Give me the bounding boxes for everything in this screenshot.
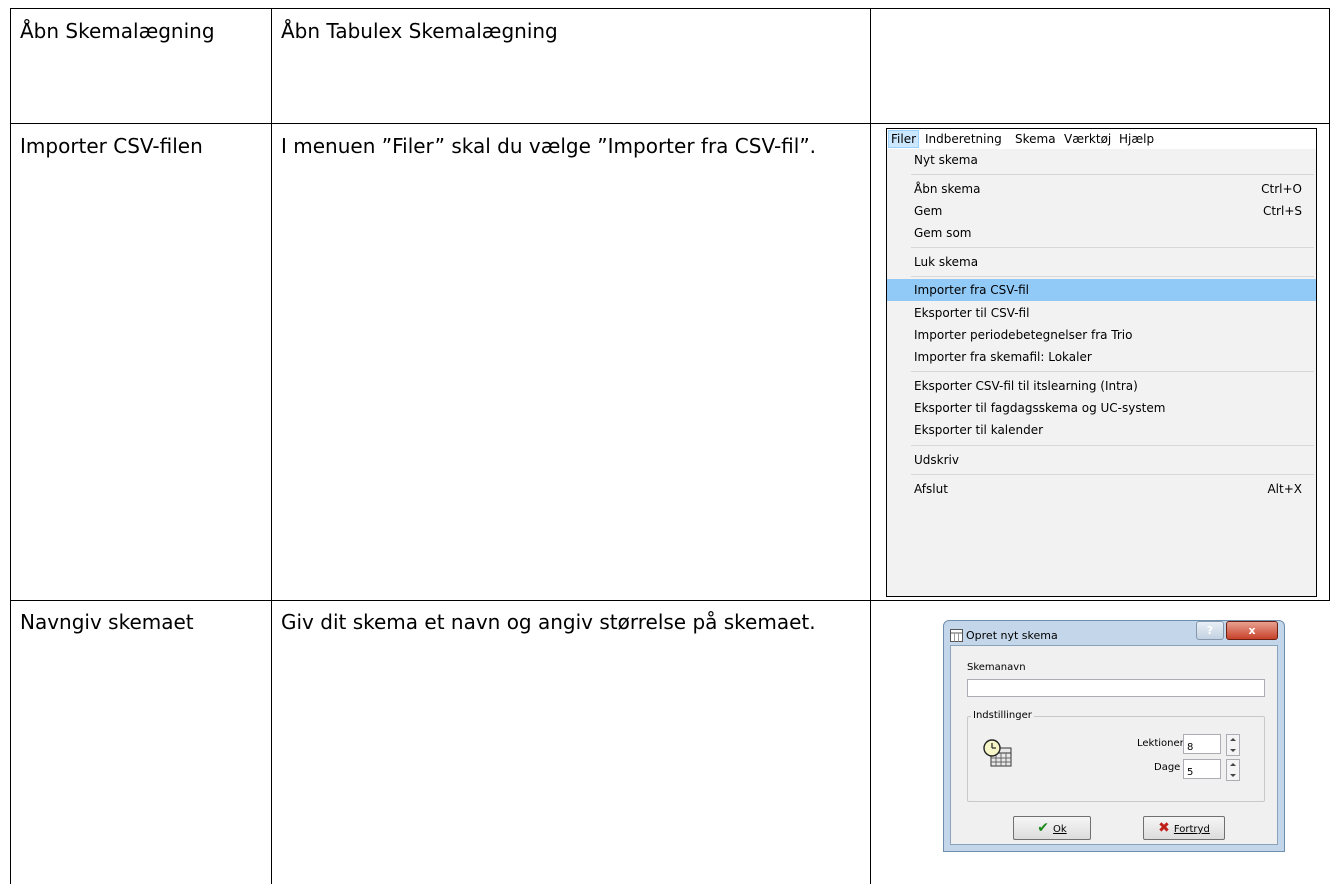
- cancel-button-label: Fortryd: [1173, 824, 1210, 835]
- menu-item-shortcut: Alt+X: [1267, 482, 1302, 496]
- menu-item-label: Eksporter til CSV-fil: [914, 306, 1030, 320]
- menu-item-nyt-skema[interactable]: Nyt skema: [914, 149, 1312, 171]
- menu-item-label: Udskriv: [914, 453, 959, 467]
- menu-item-label: Eksporter til fagdagsskema og UC-system: [914, 401, 1166, 415]
- lektioner-label: Lektioner: [1137, 738, 1184, 749]
- menu-item-udskriv[interactable]: Udskriv: [914, 449, 1312, 471]
- menu-item-gem[interactable]: Gem Ctrl+S: [914, 200, 1312, 222]
- ok-button-label: Ok: [1053, 824, 1067, 835]
- menu-item-aabn-skema[interactable]: Åbn skema Ctrl+O: [914, 178, 1312, 200]
- menu-separator: [911, 371, 1314, 372]
- column-divider-2: [870, 8, 871, 884]
- dage-input[interactable]: 5: [1183, 759, 1221, 779]
- menu-item-shortcut: Ctrl+S: [1262, 204, 1302, 218]
- menu-item-label: Importer periodebetegnelser fra Trio: [914, 328, 1133, 342]
- menu-item-importer-periode[interactable]: Importer periodebetegnelser fra Trio: [914, 324, 1312, 346]
- table-border-right: [1329, 8, 1330, 601]
- table-border-top: [10, 8, 1329, 9]
- menu-vaerktoej[interactable]: Værktøj: [1064, 131, 1111, 147]
- menu-item-importer-lokaler[interactable]: Importer fra skemafil: Lokaler: [914, 346, 1312, 368]
- menu-skema[interactable]: Skema: [1015, 131, 1056, 147]
- menu-item-label: Importer fra CSV-fil: [914, 283, 1030, 297]
- row-divider-2: [10, 600, 1329, 601]
- menu-item-label: Eksporter CSV-fil til itslearning (Intra…: [914, 379, 1138, 393]
- menu-separator: [911, 247, 1314, 248]
- clock-calendar-icon: [983, 739, 1012, 767]
- row-divider-1: [10, 123, 1329, 124]
- menu-item-label: Importer fra skemafil: Lokaler: [914, 350, 1092, 364]
- settings-group-label: Indstillinger: [971, 710, 1034, 721]
- dialog-title: Opret nyt skema: [966, 629, 1058, 642]
- schedule-name-input[interactable]: [967, 679, 1265, 697]
- menu-item-eksporter-kalender[interactable]: Eksporter til kalender: [914, 419, 1312, 441]
- menu-hjaelp[interactable]: Hjælp: [1119, 131, 1154, 147]
- ok-button[interactable]: ✔ Ok: [1013, 816, 1091, 840]
- lektioner-spinner[interactable]: [1226, 734, 1240, 756]
- menu-item-label: Gem som: [914, 226, 972, 240]
- dage-spinner[interactable]: [1226, 759, 1240, 781]
- schedule-name-value: [968, 687, 970, 698]
- step-description: Giv dit skema et navn og angiv størrelse…: [281, 610, 816, 634]
- step-label: Navngiv skemaet: [20, 610, 194, 634]
- menu-indberetning[interactable]: Indberetning: [925, 131, 1002, 147]
- menu-item-luk-skema[interactable]: Luk skema: [914, 251, 1312, 273]
- menu-item-shortcut: Ctrl+O: [1261, 182, 1302, 196]
- menu-item-label: Luk skema: [914, 255, 979, 269]
- calendar-clock-icon: [950, 629, 963, 642]
- help-button[interactable]: ?: [1196, 621, 1224, 640]
- dage-label: Dage: [1154, 762, 1181, 773]
- menu-item-eksporter-csv[interactable]: Eksporter til CSV-fil: [914, 302, 1312, 324]
- lektioner-value: 8: [1187, 742, 1194, 753]
- menu-item-importer-csv[interactable]: Importer fra CSV-fil: [887, 279, 1316, 301]
- dage-value: 5: [1187, 767, 1194, 778]
- menu-separator: [911, 445, 1314, 446]
- menu-item-label: Nyt skema: [914, 153, 978, 167]
- step-label: Åbn Skemalægning: [20, 19, 215, 43]
- step-description: Åbn Tabulex Skemalægning: [281, 19, 558, 43]
- step-label: Importer CSV-filen: [20, 134, 203, 158]
- menu-item-label: Åbn skema: [914, 182, 981, 196]
- menu-item-label: Eksporter til kalender: [914, 423, 1044, 437]
- menu-item-eksporter-itslearning[interactable]: Eksporter CSV-fil til itslearning (Intra…: [914, 375, 1312, 397]
- menu-dropdown: Nyt skema Åbn skema Ctrl+O Gem Ctrl+S Gem …: [887, 149, 1316, 596]
- cancel-button[interactable]: ✖ Fortryd: [1143, 816, 1225, 840]
- menu-separator: [911, 276, 1314, 277]
- menu-item-label: Gem: [914, 204, 943, 218]
- menubar: Filer Indberetning Skema Værktøj Hjælp: [887, 129, 1316, 149]
- step-description: I menuen ”Filer” skal du vælge ”Importer…: [281, 134, 817, 158]
- cross-icon: ✖: [1158, 820, 1170, 836]
- close-button[interactable]: x: [1226, 621, 1278, 640]
- dialog-body: Skemanavn Indstillinger Lektioner 8 Dage…: [950, 645, 1278, 845]
- schedule-name-label: Skemanavn: [967, 662, 1026, 673]
- new-schedule-dialog: Opret nyt skema ? x Skemanavn Indstillin…: [943, 620, 1285, 852]
- menu-item-gem-som[interactable]: Gem som: [914, 222, 1312, 244]
- menu-separator: [911, 474, 1314, 475]
- menu-separator: [911, 174, 1314, 175]
- checkmark-icon: ✔: [1037, 820, 1050, 836]
- file-menu-screenshot: Filer Indberetning Skema Værktøj Hjælp N…: [886, 128, 1317, 597]
- table-border-left: [10, 8, 11, 884]
- menu-item-eksporter-fagdag[interactable]: Eksporter til fagdagsskema og UC-system: [914, 397, 1312, 419]
- menu-item-afslut[interactable]: Afslut Alt+X: [914, 478, 1312, 500]
- menu-filer[interactable]: Filer: [888, 130, 920, 148]
- lektioner-input[interactable]: 8: [1183, 734, 1221, 754]
- menu-item-label: Afslut: [914, 482, 948, 496]
- column-divider-1: [271, 8, 272, 884]
